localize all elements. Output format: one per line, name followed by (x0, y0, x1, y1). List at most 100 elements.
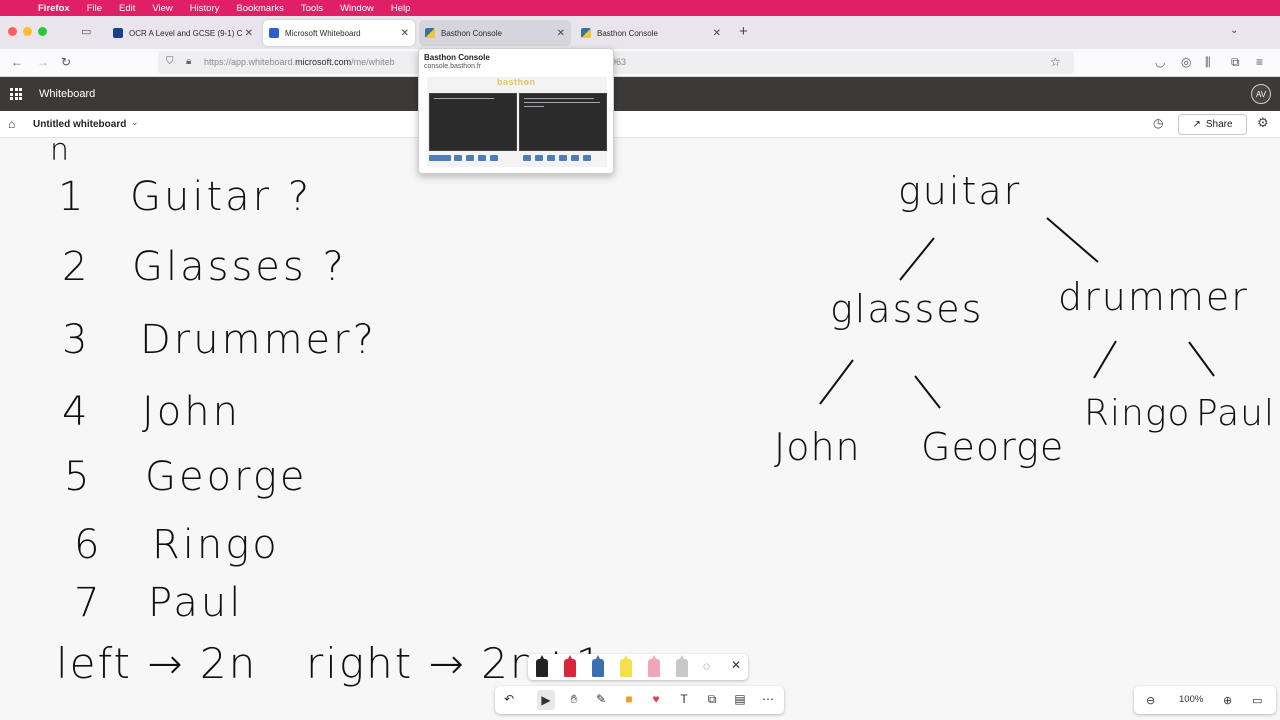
python-favicon-icon (425, 28, 435, 38)
menu-file[interactable]: File (87, 3, 102, 14)
ink-tree-left: glasses (830, 287, 983, 331)
ink-tree-edge (1188, 341, 1215, 377)
pocket-icon[interactable]: ◡ (1155, 55, 1165, 69)
address-bar[interactable]: ⛉ 🔒︎ https://app.whiteboard.microsoft.co… (158, 51, 1074, 74)
zoom-window-button[interactable] (38, 27, 47, 36)
close-tab-icon[interactable]: ✕ (401, 28, 409, 39)
back-icon[interactable]: ← (11, 55, 23, 69)
close-tab-icon[interactable]: ✕ (245, 28, 253, 39)
ink-tree-edge (819, 359, 854, 405)
mac-menu-bar: Firefox File Edit View History Bookmarks… (0, 0, 1280, 16)
ink-word-john: John (142, 389, 241, 435)
ink-tree-edge (1093, 340, 1117, 379)
zoom-out-icon[interactable]: ⊖ (1146, 694, 1155, 707)
undo-icon[interactable]: ↶ (500, 692, 518, 706)
sticky-note-icon[interactable]: ■ (620, 692, 638, 706)
reload-icon[interactable]: ↻ (61, 55, 71, 69)
zoom-level[interactable]: 100% (1179, 694, 1203, 705)
share-label: Share (1205, 119, 1233, 130)
ink-num-7: 7 (74, 580, 99, 626)
shield-icon[interactable]: ⛉ (166, 56, 174, 67)
app-title: Whiteboard (39, 88, 96, 100)
ink-word-george: George (145, 454, 307, 500)
ink-word-drummer: Drummer? (140, 317, 377, 363)
python-favicon-icon (581, 28, 591, 38)
close-tab-icon[interactable]: ✕ (557, 28, 565, 39)
red-pen-icon[interactable] (564, 659, 576, 677)
ink-num-1: 1 (58, 174, 83, 220)
close-window-button[interactable] (8, 27, 17, 36)
gear-icon[interactable]: ⚙ (1257, 115, 1269, 131)
account-icon[interactable]: ◎ (1181, 55, 1191, 69)
zoom-in-icon[interactable]: ⊕ (1223, 694, 1232, 707)
fit-to-screen-icon[interactable]: ▭ (1252, 694, 1262, 707)
menu-bookmarks[interactable]: Bookmarks (236, 3, 284, 14)
shapes-icon[interactable]: ⧉ (703, 692, 721, 707)
black-pen-icon[interactable] (536, 659, 548, 677)
close-icon[interactable]: ✕ (731, 658, 741, 672)
lasso-icon[interactable]: ◌ (703, 659, 710, 673)
tab-basthon-2[interactable]: Basthon Console ✕ (575, 20, 727, 46)
preview-console-pane (519, 93, 607, 151)
forward-icon[interactable]: → (37, 55, 49, 69)
app-launcher-icon[interactable] (10, 88, 22, 100)
tab-label: Basthon Console (597, 28, 658, 38)
ink-leaf-ringo: Ringo (1084, 393, 1190, 434)
ink-tree-edge (914, 375, 941, 409)
reaction-icon[interactable]: ♥ (647, 692, 665, 706)
template-icon[interactable]: ▤ (731, 692, 749, 706)
url-text: https://app.whiteboard.microsoft.com/me/… (204, 57, 395, 67)
list-all-tabs-icon[interactable]: ⌄ (1230, 25, 1238, 36)
timer-icon[interactable]: ◷ (1153, 116, 1163, 130)
extensions-icon[interactable]: ⧉ (1231, 55, 1240, 70)
ink-leaf-paul: Paul (1196, 393, 1275, 434)
menu-edit[interactable]: Edit (119, 3, 135, 14)
preview-editor-pane (429, 93, 517, 151)
minimize-window-button[interactable] (23, 27, 32, 36)
more-icon[interactable]: ⋯ (759, 692, 777, 706)
tab-label: Microsoft Whiteboard (285, 28, 361, 38)
pen-icon[interactable]: ✎ (592, 692, 610, 706)
pink-pen-icon[interactable] (648, 659, 660, 677)
tab-bar: ▭ OCR A Level and GCSE (9-1) C ✕ Microso… (0, 16, 1280, 49)
chevron-down-icon[interactable]: ⌄ (131, 117, 139, 128)
ink-rule-left: left → 2n (56, 639, 257, 688)
board-name[interactable]: Untitled whiteboard (33, 119, 126, 130)
ocr-favicon-icon (113, 28, 123, 38)
preview-url: console.basthon.fr (424, 63, 482, 70)
lock-icon[interactable]: 🔒︎ (186, 56, 191, 67)
whiteboard-header: Whiteboard AV (0, 77, 1280, 111)
ink-num-3: 3 (62, 317, 87, 363)
blue-pen-icon[interactable] (592, 659, 604, 677)
ink-num-6: 6 (74, 522, 99, 568)
menu-history[interactable]: History (190, 3, 220, 14)
yellow-highlighter-icon[interactable] (620, 659, 632, 677)
tab-basthon-1[interactable]: Basthon Console ✕ (419, 20, 571, 46)
ink-tree-root: guitar (898, 169, 1021, 213)
menu-window[interactable]: Window (340, 3, 374, 14)
text-icon[interactable]: T (675, 692, 693, 706)
home-icon[interactable]: ⌂ (8, 117, 15, 131)
share-button[interactable]: ↗ Share (1178, 114, 1247, 135)
hand-icon[interactable]: ✋︎ (565, 692, 583, 707)
close-tab-icon[interactable]: ✕ (713, 28, 721, 39)
ink-top-letter: n (50, 138, 69, 168)
menu-help[interactable]: Help (391, 3, 411, 14)
avatar[interactable]: AV (1251, 84, 1271, 104)
menu-view[interactable]: View (152, 3, 172, 14)
bookmark-star-icon[interactable]: ☆ (1050, 55, 1061, 69)
tab-list-icon[interactable]: ▭ (81, 25, 91, 38)
library-icon[interactable]: ⫼ (1205, 55, 1211, 70)
tab-whiteboard[interactable]: Microsoft Whiteboard ✕ (263, 20, 415, 46)
preview-thumbnail: basthon (427, 77, 607, 167)
menu-app-firefox[interactable]: Firefox (38, 3, 70, 14)
whiteboard-canvas[interactable]: n 1 Guitar ? 2 Glasses ? 3 Drummer? 4 Jo… (0, 138, 1280, 720)
new-tab-icon[interactable]: + (739, 23, 748, 40)
whiteboard-favicon-icon (269, 28, 279, 38)
ink-num-5: 5 (64, 454, 89, 500)
ruler-icon[interactable] (676, 659, 688, 677)
menu-tools[interactable]: Tools (301, 3, 323, 14)
select-icon[interactable]: ▶ (537, 690, 555, 710)
menu-icon[interactable]: ≡ (1256, 55, 1263, 69)
tab-ocr[interactable]: OCR A Level and GCSE (9-1) C ✕ (107, 20, 259, 46)
